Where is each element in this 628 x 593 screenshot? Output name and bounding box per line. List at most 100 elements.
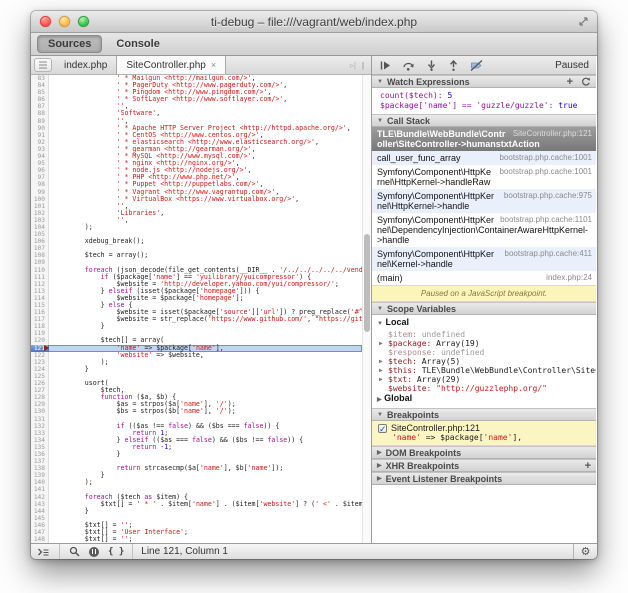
line-number-gutter[interactable]: 123: [31, 359, 49, 366]
line-number-gutter[interactable]: 85: [31, 89, 49, 96]
call-stack-list[interactable]: SiteController.php:121TLE\Bundle\WebBund…: [372, 127, 596, 285]
section-dom-breakpoints[interactable]: ▶ DOM Breakpoints: [372, 446, 596, 459]
line-number-gutter[interactable]: 110: [31, 267, 49, 274]
line-number-gutter[interactable]: 134: [31, 437, 49, 444]
scope-group-global[interactable]: ▶ Global: [372, 393, 596, 406]
line-number-gutter[interactable]: 116: [31, 309, 49, 316]
code-line[interactable]: 130 $bs = strpos($b['name'], '/');: [31, 408, 362, 415]
line-number-gutter[interactable]: 129: [31, 401, 49, 408]
tab-overflow-forward-icon[interactable]: ∥: [361, 61, 365, 70]
line-number-gutter[interactable]: 115: [31, 302, 49, 309]
scope-variable[interactable]: ▶$txt: Array(29): [372, 375, 596, 384]
search-icon[interactable]: [69, 546, 80, 557]
scope-variable[interactable]: $website: "http://guzzlephp.org/": [372, 384, 596, 393]
pause-on-exceptions-icon[interactable]: [89, 547, 99, 557]
line-number-gutter[interactable]: 136: [31, 451, 49, 458]
line-number-gutter[interactable]: 119: [31, 330, 49, 337]
section-scope-variables[interactable]: ▼ Scope Variables: [372, 302, 596, 315]
call-stack-frame[interactable]: index.php:24(main): [372, 271, 596, 285]
line-number-gutter[interactable]: 89: [31, 118, 49, 125]
line-number-gutter[interactable]: 142: [31, 494, 49, 501]
line-number-gutter[interactable]: 146: [31, 522, 49, 529]
line-number-gutter[interactable]: 137: [31, 458, 49, 465]
code-editor[interactable]: 83 ' * Mailgun <http://mailgun.com/>',84…: [31, 75, 371, 543]
call-stack-frame[interactable]: bootstrap.php.cache:1001Symfony\Componen…: [372, 165, 596, 189]
section-event-listener-breakpoints[interactable]: ▶ Event Listener Breakpoints: [372, 472, 596, 485]
line-number-gutter[interactable]: 148: [31, 536, 49, 543]
add-watch-button[interactable]: +: [567, 78, 573, 86]
line-number-gutter[interactable]: 97: [31, 174, 49, 181]
line-number-gutter[interactable]: 114: [31, 295, 49, 302]
scrollbar-thumb[interactable]: [364, 234, 370, 332]
tab-console[interactable]: Console: [106, 36, 169, 52]
code-line[interactable]: 108 $tech = array();: [31, 252, 362, 259]
navigator-toggle-button[interactable]: [34, 58, 52, 72]
scope-variable[interactable]: $response: undefined: [372, 348, 596, 357]
section-call-stack[interactable]: ▼ Call Stack: [372, 114, 596, 127]
deactivate-breakpoints-button[interactable]: [470, 60, 483, 71]
code-line[interactable]: 118 }: [31, 323, 362, 330]
line-number-gutter[interactable]: 131: [31, 416, 49, 423]
line-number-gutter[interactable]: 135: [31, 444, 49, 451]
line-number-gutter[interactable]: 126: [31, 380, 49, 387]
code-line[interactable]: 136 }: [31, 451, 362, 458]
line-number-gutter[interactable]: 125: [31, 373, 49, 380]
tab-overflow-back-icon[interactable]: ▹|: [350, 61, 356, 70]
line-number-gutter[interactable]: 100: [31, 196, 49, 203]
line-number-gutter[interactable]: 92: [31, 139, 49, 146]
section-breakpoints[interactable]: ▼ Breakpoints: [372, 408, 596, 421]
breakpoint-entry[interactable]: ✓ SiteController.php:121 'name' => $pack…: [372, 421, 596, 446]
line-number-gutter[interactable]: 133: [31, 430, 49, 437]
line-number-gutter[interactable]: 120: [31, 337, 49, 344]
line-number-gutter[interactable]: 88: [31, 110, 49, 117]
line-number-gutter[interactable]: 98: [31, 181, 49, 188]
call-stack-frame[interactable]: bootstrap.php.cache:1101Symfony\Componen…: [372, 213, 596, 247]
line-number-gutter[interactable]: 84: [31, 82, 49, 89]
line-number-gutter[interactable]: 143: [31, 501, 49, 508]
line-number-gutter[interactable]: 124: [31, 366, 49, 373]
editor-scrollbar[interactable]: [362, 75, 371, 543]
line-number-gutter[interactable]: 145: [31, 515, 49, 522]
call-stack-frame[interactable]: bootstrap.php.cache:975Symfony\Component…: [372, 189, 596, 213]
line-number-gutter[interactable]: 94: [31, 153, 49, 160]
console-toggle-icon[interactable]: [37, 547, 50, 557]
scope-variable[interactable]: ▶$package: Array(19): [372, 339, 596, 348]
call-stack-frame[interactable]: bootstrap.php.cache:411Symfony\Component…: [372, 247, 596, 271]
step-out-button[interactable]: [448, 60, 459, 71]
line-number-gutter[interactable]: 109: [31, 259, 49, 266]
scope-variable[interactable]: $item: undefined: [372, 330, 596, 339]
line-number-gutter[interactable]: 140: [31, 479, 49, 486]
line-number-gutter[interactable]: 127: [31, 387, 49, 394]
code-line[interactable]: 106 xdebug_break();: [31, 238, 362, 245]
line-number-gutter[interactable]: 139: [31, 472, 49, 479]
code-line[interactable]: 144 }: [31, 508, 362, 515]
refresh-watch-button[interactable]: [581, 77, 591, 87]
line-number-gutter[interactable]: 144: [31, 508, 49, 515]
line-number-gutter[interactable]: 117: [31, 316, 49, 323]
file-tab-sitecontroller[interactable]: SiteController.php ×: [116, 56, 226, 74]
section-xhr-breakpoints[interactable]: ▶ XHR Breakpoints +: [372, 459, 596, 472]
add-xhr-breakpoint-button[interactable]: +: [585, 462, 591, 470]
step-into-button[interactable]: [426, 60, 437, 71]
line-number-gutter[interactable]: 101: [31, 203, 49, 210]
scope-variable[interactable]: ▶$this: TLE\Bundle\WebBundle\Controller\…: [372, 366, 596, 375]
line-number-gutter[interactable]: 106: [31, 238, 49, 245]
line-number-gutter[interactable]: 86: [31, 96, 49, 103]
code-line[interactable]: 104 );: [31, 224, 362, 231]
watch-expressions-list[interactable]: count($tech): 5$package['name'] == 'guzz…: [372, 88, 596, 114]
continue-button[interactable]: [379, 60, 391, 71]
code-lines[interactable]: 83 ' * Mailgun <http://mailgun.com/>',84…: [31, 75, 362, 543]
step-over-button[interactable]: [402, 60, 415, 71]
scope-variable[interactable]: ▶$tech: Array(5): [372, 357, 596, 366]
line-number-gutter[interactable]: 102: [31, 210, 49, 217]
line-number-gutter[interactable]: 130: [31, 408, 49, 415]
line-number-gutter[interactable]: 138: [31, 465, 49, 472]
breakpoint-checkbox[interactable]: ✓: [378, 424, 387, 433]
line-number-gutter[interactable]: 111: [31, 274, 49, 281]
call-stack-frame[interactable]: bootstrap.php.cache:1001call_user_func_a…: [372, 151, 596, 165]
scope-group-local[interactable]: ▼ Local: [372, 317, 596, 330]
scope-variables-list[interactable]: $item: undefined▶$package: Array(19)$res…: [372, 330, 596, 393]
call-stack-frame[interactable]: SiteController.php:121TLE\Bundle\WebBund…: [372, 127, 596, 151]
line-number-gutter[interactable]: 96: [31, 167, 49, 174]
watch-expression-item[interactable]: count($tech): 5: [380, 91, 596, 101]
